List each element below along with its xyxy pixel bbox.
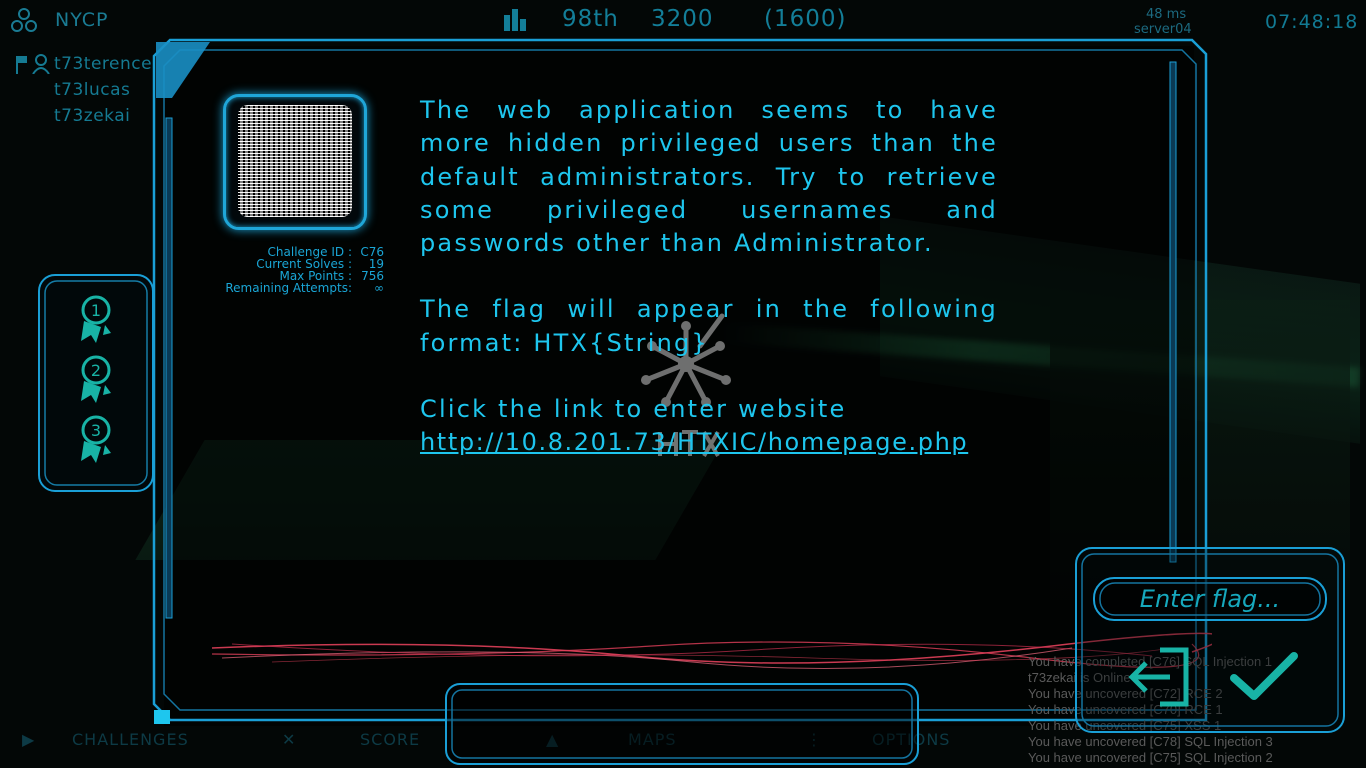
user-icon: [32, 54, 50, 74]
svg-text:2: 2: [91, 361, 101, 380]
exit-button[interactable]: [1126, 646, 1190, 708]
description-paragraph: The web application seems to have more h…: [420, 96, 998, 258]
clock: 07:48:18: [1265, 11, 1359, 33]
flag-format-text: The flag will appear in the following fo…: [420, 295, 998, 357]
badge-2-icon[interactable]: 2: [79, 355, 113, 405]
nav-score[interactable]: SCORE: [360, 730, 420, 749]
link-instruction: Click the link to enter website: [420, 395, 847, 424]
team-rank: 98th: [562, 6, 619, 32]
team-name: NYCP: [55, 9, 109, 31]
team-score: 3200: [651, 6, 714, 32]
server-name: server04: [1134, 22, 1192, 37]
member-name: t73zekai: [54, 106, 131, 126]
challenge-icon: [223, 94, 367, 230]
challenge-image: [238, 105, 352, 217]
ping-readout: 48 ms: [1146, 7, 1187, 22]
challenge-link[interactable]: http://10.8.201.73/HTXIC/homepage.php: [420, 428, 968, 456]
log-entry: You have uncovered [C75] SQL Injection 2: [1028, 750, 1273, 765]
flag-icon: [16, 56, 27, 74]
member-name: t73lucas: [54, 80, 131, 100]
leaderboard-icon: [504, 9, 526, 31]
svg-text:3: 3: [91, 421, 101, 440]
badge-3-icon[interactable]: 3: [79, 415, 113, 465]
flag-entry-panel: [1075, 547, 1345, 733]
svg-text:1: 1: [91, 301, 101, 320]
submit-flag-button[interactable]: [1230, 650, 1298, 702]
exit-icon: [1128, 647, 1189, 707]
checkmark-icon: [1230, 652, 1298, 700]
play-icon: ▶: [22, 730, 35, 749]
nav-challenges[interactable]: CHALLENGES: [72, 730, 189, 749]
badge-panel: 1 2 3: [37, 273, 155, 493]
log-entry: You have uncovered [C78] SQL Injection 3: [1028, 734, 1273, 749]
flag-input[interactable]: [1096, 578, 1324, 620]
member-name: t73terence: [54, 54, 153, 74]
challenge-meta: Challenge ID : C76 Current Solves : 19 M…: [214, 246, 384, 294]
team-score-sub: (1600): [764, 6, 847, 32]
bottom-center-bar: [445, 683, 919, 765]
top-hud: NYCP 98th 3200 (1600) 48 ms server04 07:…: [0, 0, 1366, 40]
challenge-description: The web application seems to have more h…: [420, 94, 998, 460]
close-icon: ✕: [282, 730, 296, 749]
team-icon: [11, 8, 37, 32]
badge-1-icon[interactable]: 1: [79, 295, 113, 345]
meta-remaining-attempts: Remaining Attempts: ∞: [225, 281, 384, 295]
